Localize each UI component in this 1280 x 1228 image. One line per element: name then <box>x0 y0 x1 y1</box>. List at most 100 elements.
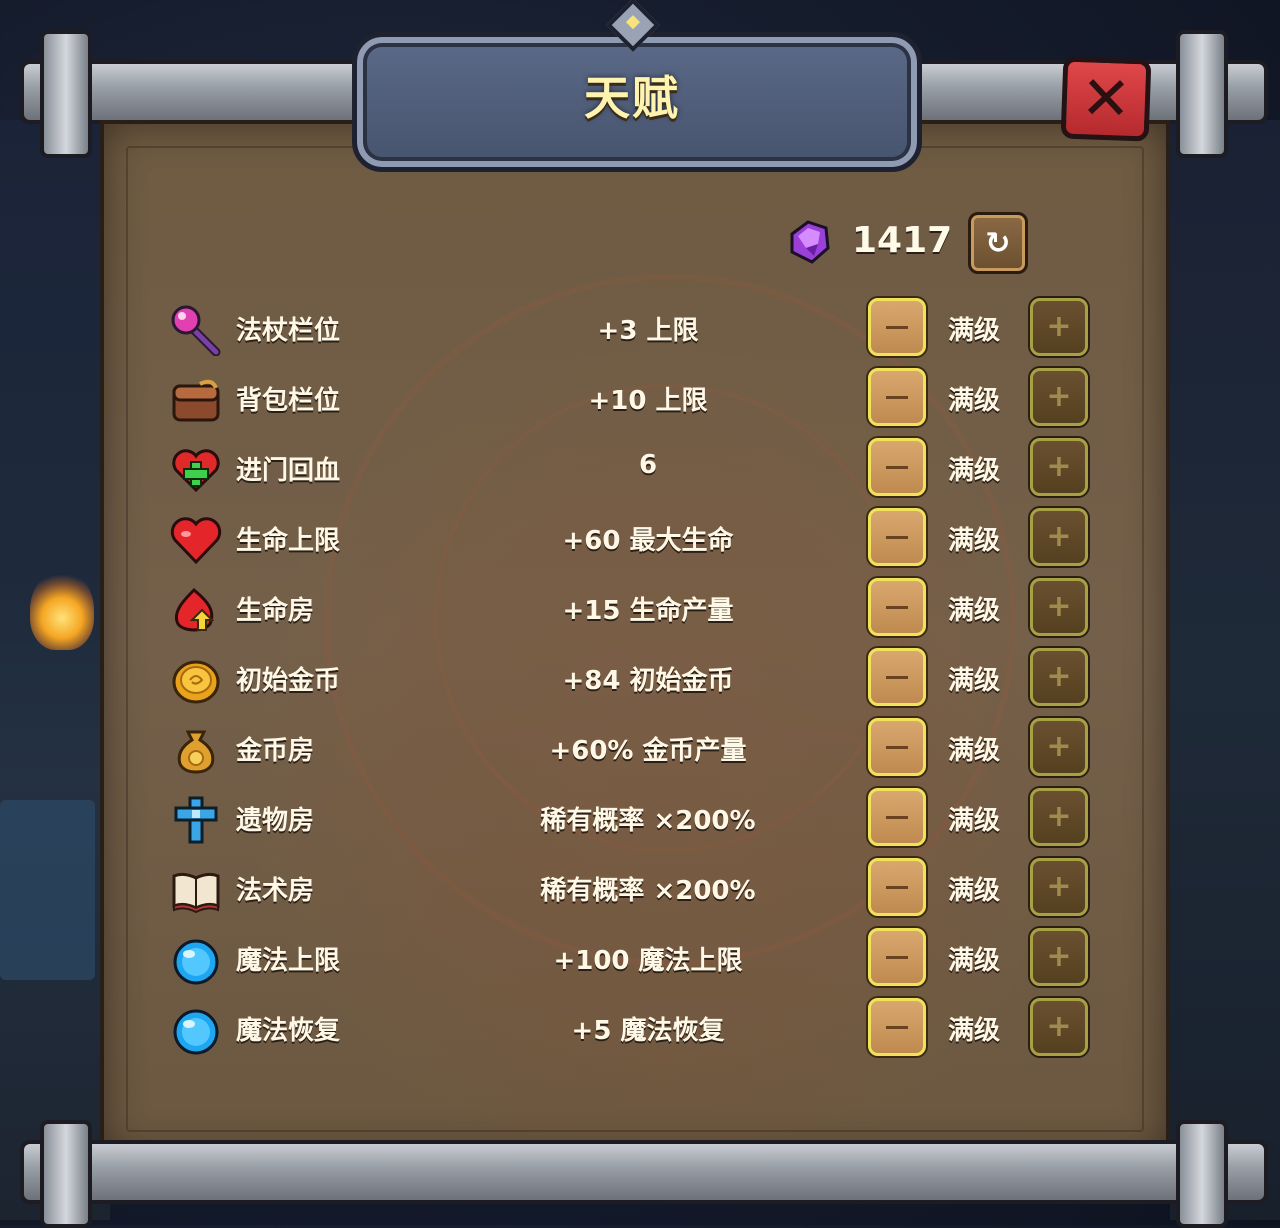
talent-name: 魔法恢复 <box>236 1016 341 1046</box>
talent-row: 法杖栏位 +3 上限 满级 + <box>170 296 1090 358</box>
talent-level: 满级 <box>948 876 1001 906</box>
background-scenery-left <box>0 120 110 1220</box>
talent-row: 魔法恢复 +5 魔法恢复 满级 + <box>170 996 1090 1058</box>
blue-cross-icon <box>174 796 218 844</box>
minus-icon <box>886 675 908 679</box>
decrease-button[interactable] <box>868 998 926 1056</box>
talent-value: +5 魔法恢复 <box>571 1016 725 1046</box>
talent-name: 魔法上限 <box>236 946 341 976</box>
minus-icon <box>886 605 908 609</box>
gold-coin-icon <box>172 660 220 704</box>
bottom-right-frame-cap <box>1176 1120 1228 1228</box>
talent-row: 生命房 +15 生命产量 满级 + <box>170 576 1090 638</box>
increase-button[interactable]: + <box>1030 998 1088 1056</box>
talent-value: +60 最大生命 <box>562 526 734 556</box>
talent-row: 遗物房 稀有概率 ×200% 满级 + <box>170 786 1090 848</box>
minus-icon <box>886 745 908 749</box>
talent-level: 满级 <box>948 526 1001 556</box>
gem-count: 1417 <box>852 220 953 261</box>
minus-icon <box>886 395 908 399</box>
increase-button[interactable]: + <box>1030 298 1088 356</box>
decrease-button[interactable] <box>868 578 926 636</box>
decrease-button[interactable] <box>868 718 926 776</box>
heart-plus-icon <box>172 449 220 493</box>
talent-name: 金币房 <box>236 736 315 766</box>
refresh-button[interactable]: ↻ <box>968 212 1028 274</box>
talent-value: +15 生命产量 <box>562 596 734 626</box>
minus-icon <box>886 885 908 889</box>
top-right-frame-cap <box>1176 30 1228 158</box>
heart-arrow-icon <box>175 587 215 632</box>
talent-level: 满级 <box>948 386 1001 416</box>
talent-value: 稀有概率 ×200% <box>540 876 756 906</box>
talent-row: 生命上限 +60 最大生命 满级 + <box>170 506 1090 568</box>
background-scenery-right <box>1170 120 1280 1220</box>
minus-icon <box>886 955 908 959</box>
talent-value: +3 上限 <box>597 316 699 346</box>
talent-value: +84 初始金币 <box>562 666 734 696</box>
increase-button[interactable]: + <box>1030 648 1088 706</box>
increase-button[interactable]: + <box>1030 368 1088 426</box>
increase-button[interactable]: + <box>1030 578 1088 636</box>
talent-name: 法术房 <box>236 876 315 906</box>
bottom-frame-rail <box>20 1140 1268 1204</box>
decrease-button[interactable] <box>868 438 926 496</box>
decrease-button[interactable] <box>868 648 926 706</box>
talent-level: 满级 <box>948 806 1001 836</box>
talent-level: 满级 <box>948 596 1001 626</box>
talent-name: 生命上限 <box>236 526 341 556</box>
money-bag-icon <box>177 730 215 774</box>
decrease-button[interactable] <box>868 788 926 846</box>
talent-level: 满级 <box>948 1016 1001 1046</box>
talent-name: 生命房 <box>236 596 315 626</box>
talent-value: +10 上限 <box>588 386 708 416</box>
decrease-button[interactable] <box>868 508 926 566</box>
talent-level: 满级 <box>948 316 1001 346</box>
talent-level: 满级 <box>948 456 1001 486</box>
backpack-icon <box>172 379 220 422</box>
increase-button[interactable]: + <box>1030 438 1088 496</box>
minus-icon <box>886 815 908 819</box>
background-tent <box>0 800 95 980</box>
close-button[interactable]: ✕ <box>1060 56 1152 142</box>
increase-button[interactable]: + <box>1030 928 1088 986</box>
decrease-button[interactable] <box>868 858 926 916</box>
talent-row: 金币房 +60% 金币产量 满级 + <box>170 716 1090 778</box>
talent-row: 魔法上限 +100 魔法上限 满级 + <box>170 926 1090 988</box>
increase-button[interactable]: + <box>1030 718 1088 776</box>
magic-wand-icon <box>171 305 221 356</box>
minus-icon <box>886 325 908 329</box>
talent-name: 遗物房 <box>236 806 315 836</box>
minus-icon <box>886 1025 908 1029</box>
decrease-button[interactable] <box>868 368 926 426</box>
talent-name: 进门回血 <box>236 456 341 486</box>
talent-value: 6 <box>638 450 658 480</box>
talent-level: 满级 <box>948 946 1001 976</box>
talent-value: 稀有概率 ×200% <box>540 806 756 836</box>
page-title: 天赋 <box>584 71 680 125</box>
talent-row: 法术房 稀有概率 ×200% 满级 + <box>170 856 1090 918</box>
decrease-button[interactable] <box>868 928 926 986</box>
talent-name: 法杖栏位 <box>236 316 341 346</box>
bottom-left-frame-cap <box>40 1120 92 1228</box>
mana-orb-icon <box>173 939 219 985</box>
top-left-frame-cap <box>40 30 92 158</box>
talent-level: 满级 <box>948 736 1001 766</box>
increase-button[interactable]: + <box>1030 508 1088 566</box>
heart-icon <box>170 517 222 565</box>
campfire-glow <box>30 570 94 650</box>
talent-row: 初始金币 +84 初始金币 满级 + <box>170 646 1090 708</box>
talent-value: +60% 金币产量 <box>549 736 747 766</box>
talent-name: 初始金币 <box>236 666 341 696</box>
increase-button[interactable]: + <box>1030 788 1088 846</box>
decrease-button[interactable] <box>868 298 926 356</box>
increase-button[interactable]: + <box>1030 858 1088 916</box>
talent-level: 满级 <box>948 666 1001 696</box>
mana-orb-icon <box>173 1009 219 1055</box>
talent-value: +100 魔法上限 <box>553 946 743 976</box>
talent-name: 背包栏位 <box>236 386 341 416</box>
minus-icon <box>886 535 908 539</box>
talent-row: 进门回血 6 满级 + <box>170 436 1090 498</box>
spell-book-icon <box>172 872 220 914</box>
talent-row: 背包栏位 +10 上限 满级 + <box>170 366 1090 428</box>
